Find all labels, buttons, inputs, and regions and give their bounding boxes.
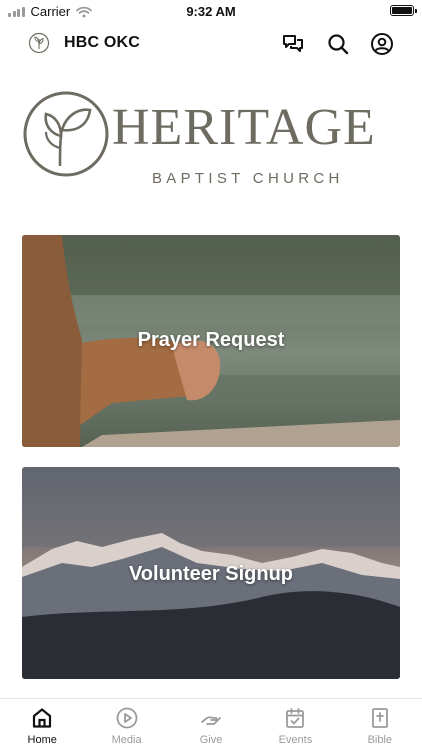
- profile-icon[interactable]: [370, 32, 394, 56]
- calendar-icon: [286, 708, 305, 728]
- status-time: 9:32 AM: [186, 4, 236, 19]
- tab-label: Home: [27, 734, 57, 746]
- header-title: HBC OKC: [64, 34, 141, 51]
- tab-label: Give: [199, 734, 223, 746]
- bible-icon: [371, 708, 388, 728]
- prayer-request-card[interactable]: Prayer Request: [22, 235, 400, 447]
- card-label: Volunteer Signup: [128, 563, 294, 585]
- tab-label: Events: [278, 734, 313, 746]
- tab-events[interactable]: Events: [253, 699, 337, 750]
- battery-icon: [390, 5, 417, 16]
- home-icon: [33, 708, 52, 728]
- status-bar: Carrier 9:32 AM: [0, 0, 422, 22]
- tab-media[interactable]: Media: [84, 699, 168, 750]
- tab-give[interactable]: Give: [169, 699, 253, 750]
- app-header: HBC OKC: [0, 24, 422, 64]
- church-logo: HERITAGE BAPTIST CHURCH: [22, 88, 402, 198]
- chat-icon[interactable]: [281, 32, 305, 56]
- card-label: Prayer Request: [137, 329, 285, 351]
- logo-subtitle: BAPTIST CHURCH: [152, 170, 344, 187]
- give-icon: [201, 716, 221, 725]
- tab-bar: Home Media Give Events Bible: [0, 698, 422, 750]
- tab-label: Bible: [367, 734, 393, 746]
- church-logo-icon: [28, 32, 50, 54]
- leaf-emblem-icon: [23, 91, 109, 177]
- volunteer-signup-card[interactable]: Volunteer Signup: [22, 467, 400, 679]
- logo-wordmark: HERITAGE: [112, 99, 376, 156]
- search-icon[interactable]: [326, 32, 350, 56]
- tab-label: Media: [111, 734, 142, 746]
- tab-home[interactable]: Home: [0, 699, 84, 750]
- tab-bible[interactable]: Bible: [338, 699, 422, 750]
- play-icon: [116, 707, 138, 729]
